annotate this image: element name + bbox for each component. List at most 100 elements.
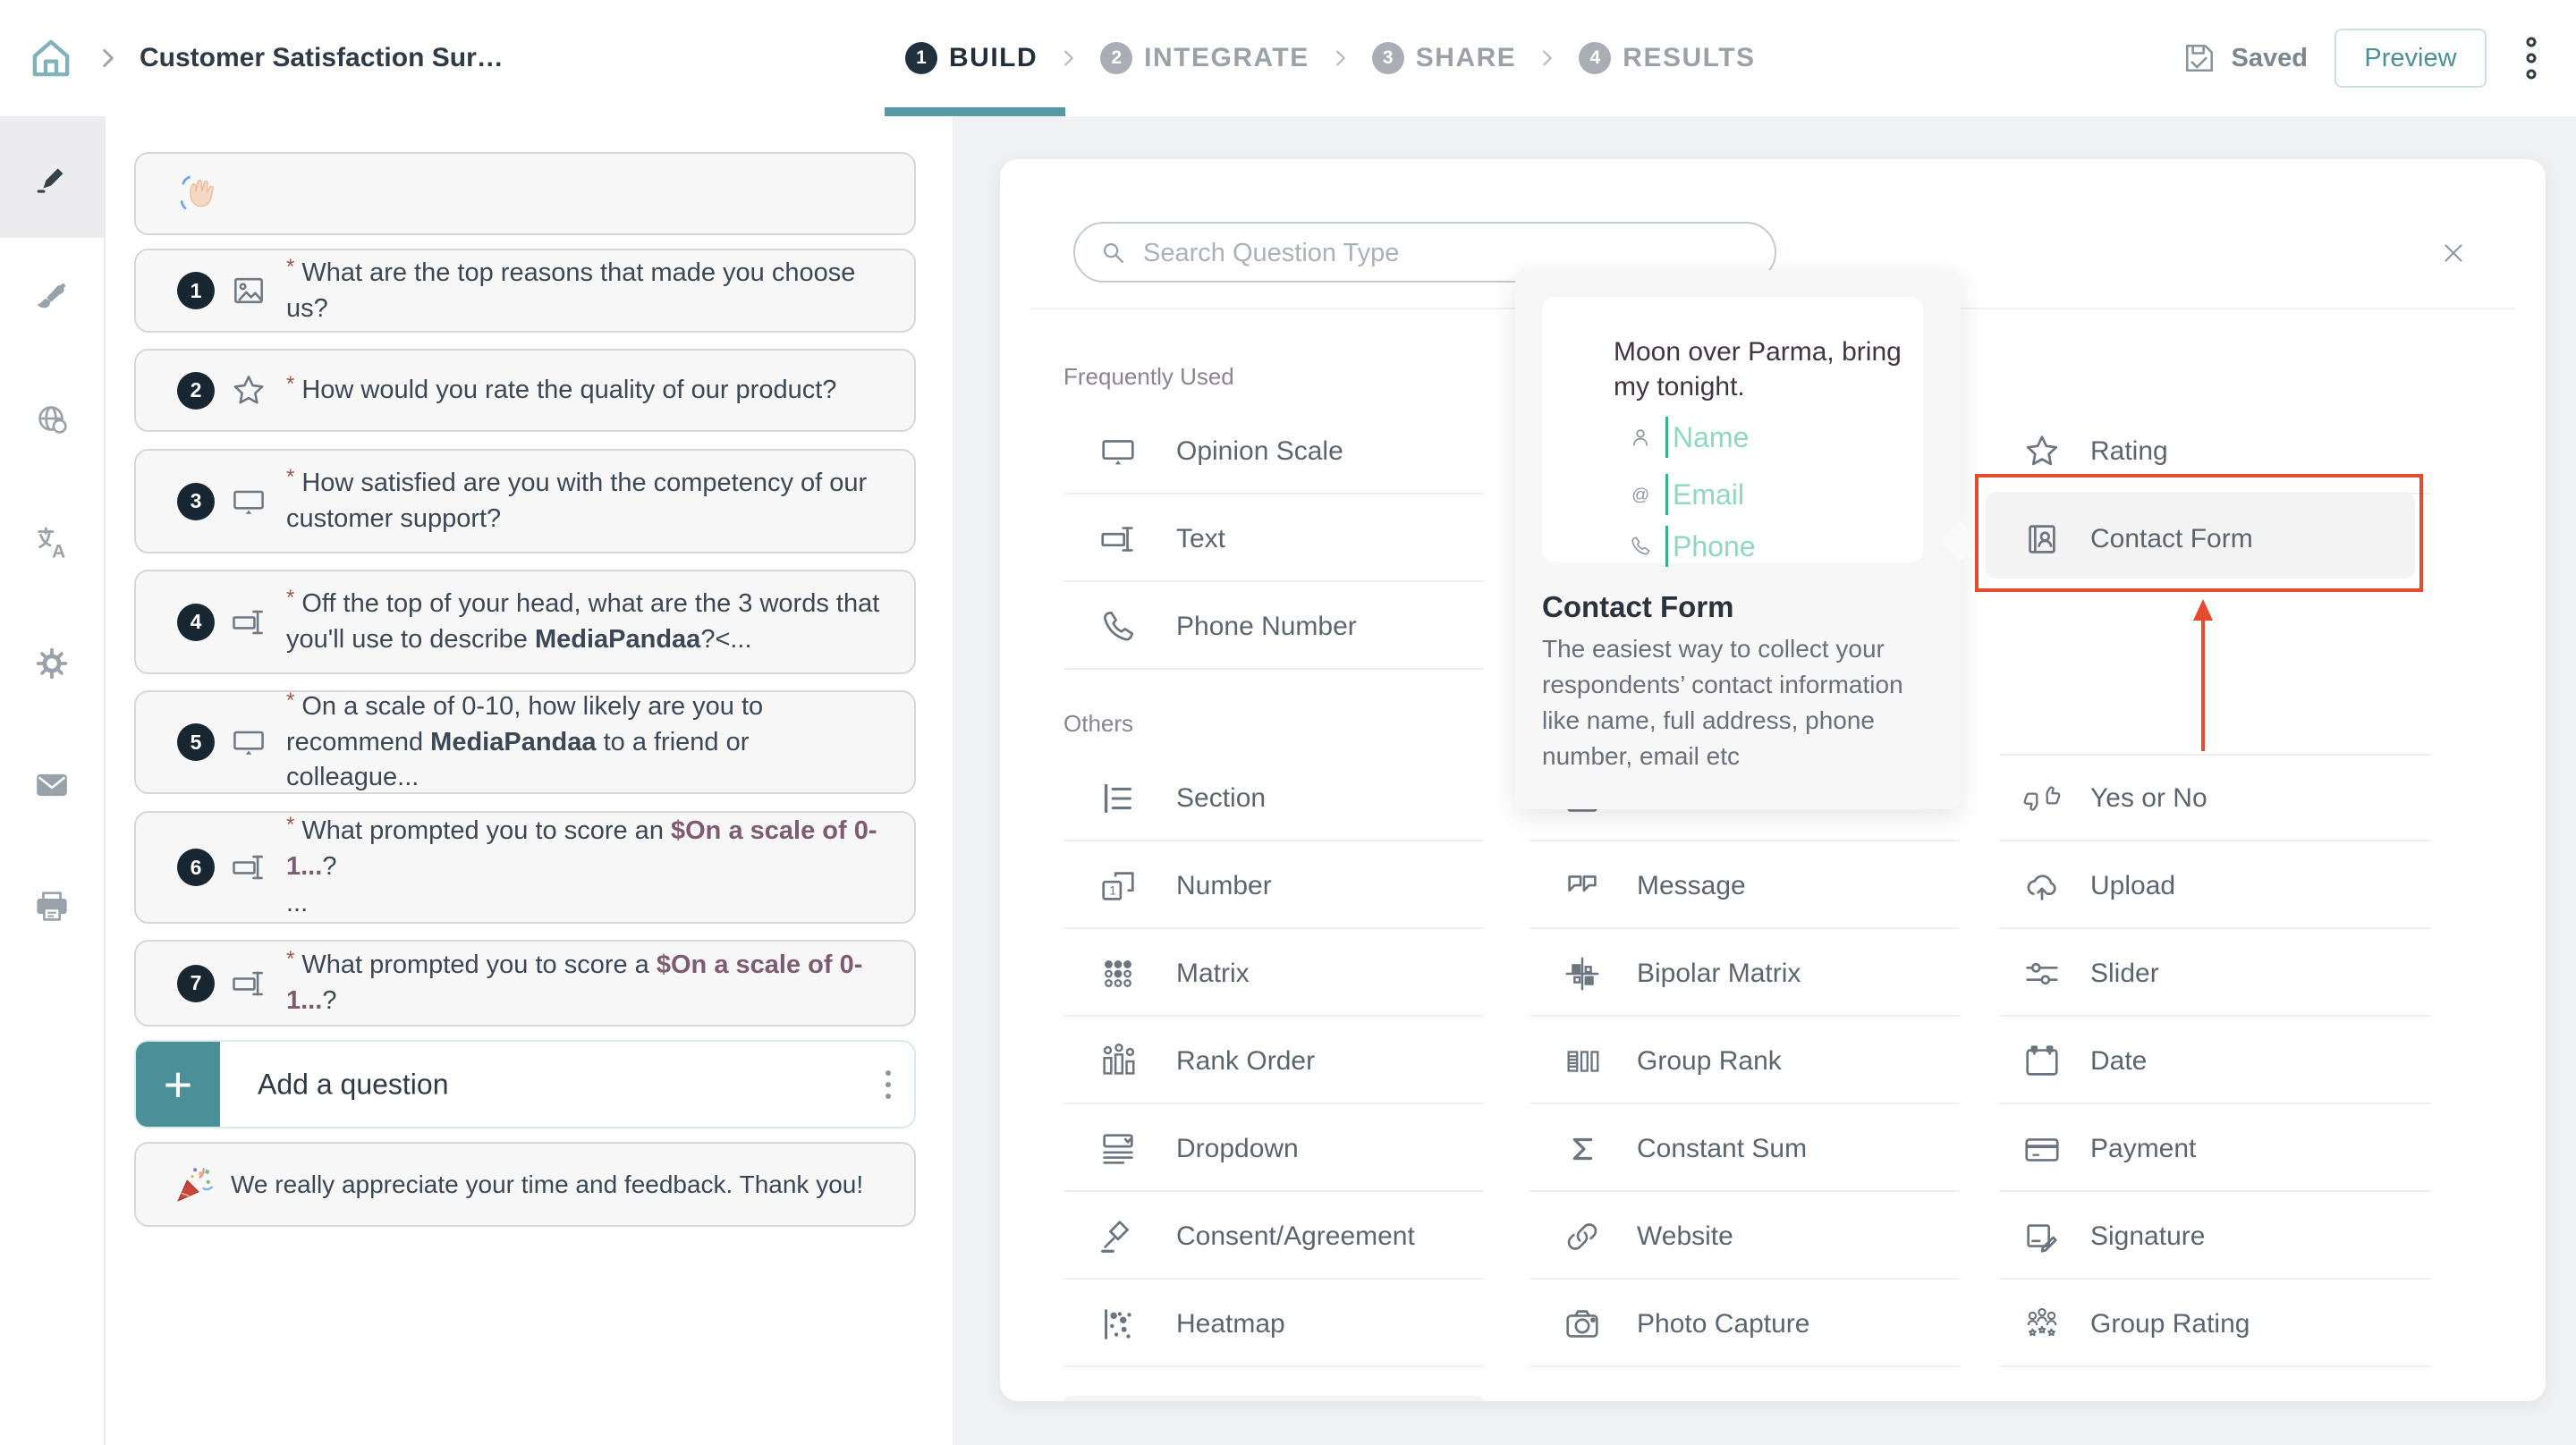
question-card-2[interactable]: 2*How would you rate the quality of our … — [134, 349, 916, 432]
star-icon — [2021, 431, 2063, 472]
divider — [1063, 580, 1484, 582]
preview-button[interactable]: Preview — [2334, 29, 2487, 88]
date-icon — [2021, 1041, 2063, 1082]
question-type-heatmap[interactable]: Heatmap — [1063, 1283, 1484, 1365]
left-toolbar — [0, 116, 106, 1445]
question-type-upload[interactable]: Upload — [2000, 845, 2431, 927]
step-share[interactable]: 3 SHARE — [1372, 42, 1517, 74]
question-type-yes-or-no[interactable]: Yes or No — [2000, 757, 2431, 840]
text-caret — [1665, 417, 1668, 458]
question-number-badge: 1 — [177, 272, 215, 309]
question-type-picker: Frequently Used Others Moon over Parma, … — [1000, 159, 2546, 1401]
question-type-label: Rating — [2090, 436, 2168, 467]
question-number-badge: 4 — [177, 604, 215, 641]
matrix-icon — [1097, 953, 1139, 994]
question-type-phone-number[interactable]: Phone Number — [1063, 586, 1484, 668]
question-list-panel: 1*What are the top reasons that made you… — [106, 116, 953, 1445]
question-type-label: Signature — [2090, 1221, 2205, 1252]
question-type-label: Slider — [2090, 959, 2159, 989]
website-icon — [1562, 1216, 1603, 1257]
sidebar-item-translate[interactable] — [0, 481, 104, 603]
thank-you-card[interactable]: We really appreciate your time and feedb… — [134, 1142, 916, 1227]
question-type-label: Photo Capture — [1637, 1309, 1809, 1339]
text-caret — [1665, 474, 1668, 515]
brush-icon — [31, 278, 72, 319]
chevron-right-icon — [1059, 48, 1079, 68]
close-icon[interactable] — [2438, 238, 2469, 268]
question-card-3[interactable]: 3*How satisfied are you with the compete… — [134, 449, 916, 553]
required-asterisk: * — [286, 586, 294, 610]
add-question-card[interactable]: + Add a question — [134, 1040, 916, 1128]
question-number-badge: 7 — [177, 965, 215, 1002]
divider — [2000, 840, 2431, 841]
question-type-signature[interactable]: Signature — [2000, 1196, 2431, 1278]
question-type-rank-order[interactable]: Rank Order — [1063, 1020, 1484, 1103]
question-card-4[interactable]: 4*Off the top of your head, what are the… — [134, 570, 916, 674]
save-status: Saved — [2180, 38, 2308, 78]
question-type-dropdown[interactable]: Dropdown — [1063, 1108, 1484, 1190]
question-type-photo-capture[interactable]: Photo Capture — [1530, 1283, 1960, 1365]
question-type-opinion-scale[interactable]: Opinion Scale — [1063, 410, 1484, 493]
question-type-label: Message — [1637, 871, 1746, 901]
question-type-constant-sum[interactable]: Constant Sum — [1530, 1108, 1960, 1190]
upload-icon — [2021, 866, 2063, 907]
question-type-text[interactable]: Text — [1063, 498, 1484, 580]
question-card-5[interactable]: 5*On a scale of 0-10, how likely are you… — [134, 690, 916, 794]
question-card-7[interactable]: 7*What prompted you to score a $On a sca… — [134, 940, 916, 1027]
question-type-slider[interactable]: Slider — [2000, 933, 2431, 1015]
section-header-frequently-used: Frequently Used — [1063, 363, 1234, 391]
question-number-badge: 6 — [177, 849, 215, 886]
question-type-consent-agreement[interactable]: Consent/Agreement — [1063, 1196, 1484, 1278]
question-type-group-rank[interactable]: Group Rank — [1530, 1020, 1960, 1103]
question-type-group-rating[interactable]: Group Rating — [2000, 1283, 2431, 1365]
divider — [1063, 1365, 1484, 1367]
sidebar-item-globe[interactable] — [0, 359, 104, 481]
chevron-right-icon — [1331, 48, 1351, 68]
divider — [2000, 754, 2431, 756]
question-card-6[interactable]: 6*What prompted you to score an $On a sc… — [134, 811, 916, 924]
breadcrumb: Customer Satisfaction Sur… — [25, 0, 504, 116]
question-card-1[interactable]: 1*What are the top reasons that made you… — [134, 249, 916, 333]
sidebar-item-edit[interactable] — [0, 116, 104, 238]
step-integrate[interactable]: 2INTEGRATE — [1100, 42, 1309, 74]
question-type-website[interactable]: Website — [1530, 1196, 1960, 1278]
step-number: 3 — [1372, 42, 1404, 74]
home-icon[interactable] — [25, 32, 77, 84]
grouprank-icon — [1562, 1041, 1603, 1082]
divider — [1530, 840, 1960, 841]
step-label: SHARE — [1416, 43, 1517, 73]
more-options-icon[interactable] — [2513, 35, 2549, 81]
question-type-date[interactable]: Date — [2000, 1020, 2431, 1103]
sidebar-item-print[interactable] — [0, 846, 104, 968]
step-results[interactable]: 4RESULTS — [1579, 42, 1755, 74]
question-type-number[interactable]: Number — [1063, 845, 1484, 927]
printer-icon — [31, 886, 72, 927]
preview-field-name: Name — [1628, 417, 1749, 458]
section-header-others: Others — [1063, 710, 1133, 738]
add-question-button[interactable]: + — [136, 1042, 220, 1127]
opinion-icon — [229, 482, 268, 521]
question-type-label: Date — [2090, 1046, 2147, 1077]
annotation-arrow — [2193, 599, 2213, 751]
question-type-label: Constant Sum — [1637, 1134, 1807, 1164]
sidebar-item-theme[interactable] — [0, 238, 104, 359]
question-type-bipolar-matrix[interactable]: Bipolar Matrix — [1530, 933, 1960, 1015]
question-type-section[interactable]: Section — [1063, 757, 1484, 840]
question-type-matrix[interactable]: Matrix — [1063, 933, 1484, 1015]
question-type-payment[interactable]: Payment — [2000, 1108, 2431, 1190]
section-icon — [1097, 778, 1139, 819]
sidebar-item-settings[interactable] — [0, 603, 104, 724]
gear-icon — [31, 643, 72, 684]
required-asterisk: * — [286, 947, 294, 971]
add-question-menu-icon[interactable] — [882, 1069, 894, 1101]
sidebar-item-email[interactable] — [0, 724, 104, 846]
question-type-message[interactable]: Message — [1530, 845, 1960, 927]
divider — [2000, 1365, 2431, 1367]
required-asterisk: * — [286, 465, 294, 489]
divider — [1530, 1103, 1960, 1104]
mail-icon — [31, 765, 72, 806]
welcome-card[interactable] — [134, 152, 916, 235]
step-build[interactable]: 1BUILD — [905, 42, 1038, 74]
slider-icon — [2021, 953, 2063, 994]
text-icon — [1097, 519, 1139, 560]
